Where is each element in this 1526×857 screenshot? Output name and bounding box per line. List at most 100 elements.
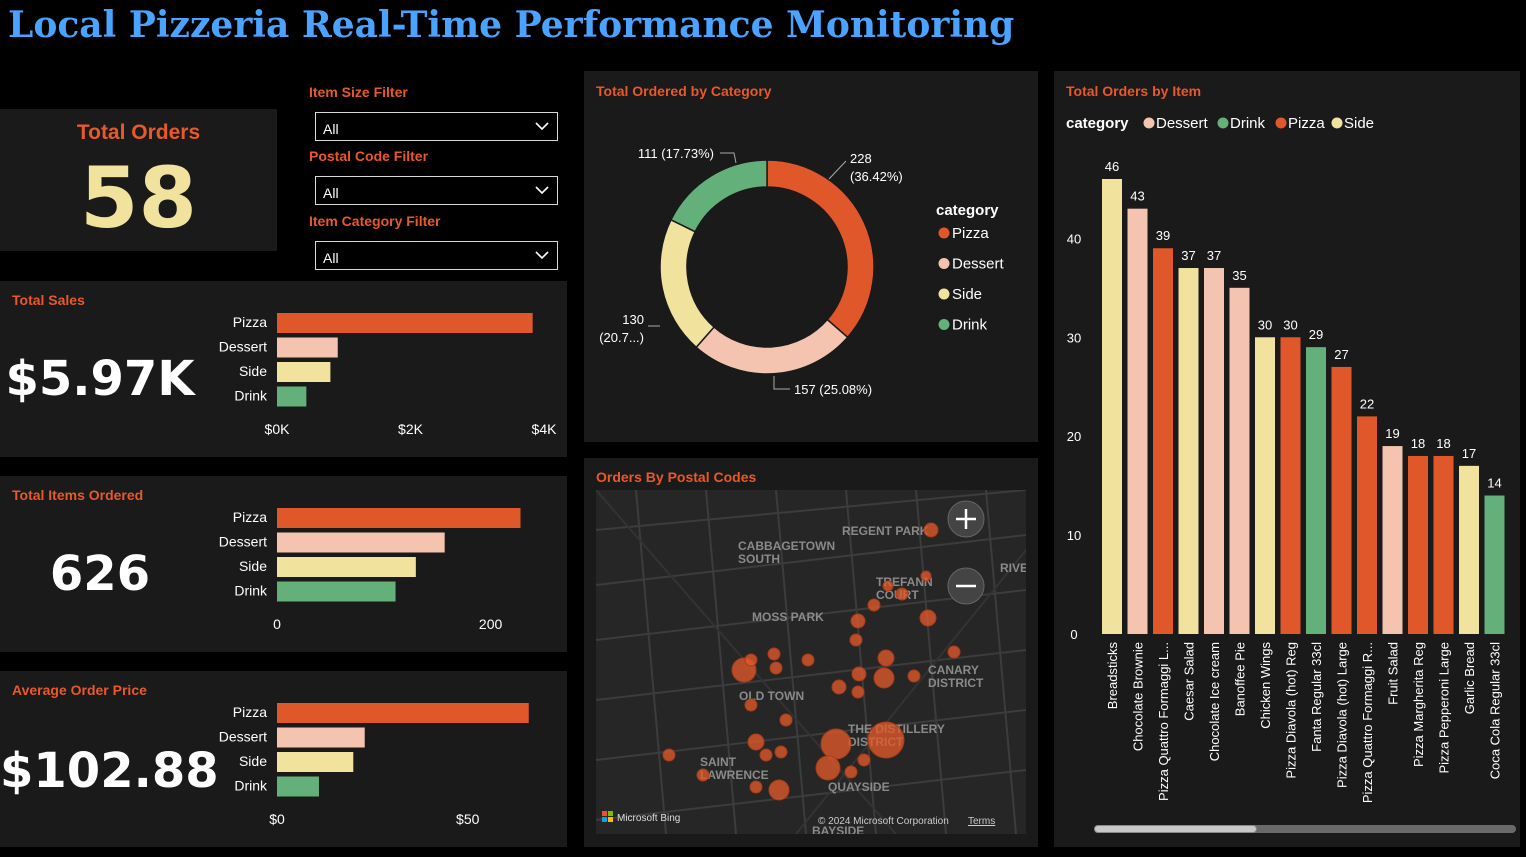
item-bar[interactable] — [1484, 495, 1505, 634]
donut-legend-item[interactable]: Pizza — [952, 225, 989, 242]
map-bubble[interactable] — [867, 598, 881, 612]
item-bar[interactable] — [1127, 208, 1148, 634]
map-bubble[interactable] — [882, 580, 894, 592]
donut-leader-line — [773, 376, 790, 390]
map-bubble[interactable] — [769, 661, 783, 675]
item-bar[interactable] — [1433, 455, 1454, 634]
orders-by-item-panel[interactable]: Total Orders by Item category Dessert Drin… — [1054, 71, 1520, 847]
bar-pizza[interactable] — [277, 703, 529, 723]
item-bar[interactable] — [1204, 268, 1224, 634]
map-bubble[interactable] — [749, 780, 763, 794]
donut-legend-item[interactable]: Dessert — [952, 256, 1005, 273]
donut-data-label: 228 (36.42%) — [850, 151, 903, 184]
bar-dessert[interactable] — [277, 727, 365, 748]
item-bar[interactable] — [1229, 287, 1250, 634]
map-place-label: QUAYSIDE — [828, 780, 890, 794]
map-bubble[interactable] — [820, 728, 852, 760]
map-bubble[interactable] — [696, 768, 710, 782]
map-place-label: MOSS PARK — [752, 610, 824, 624]
donut-legend-item[interactable]: Drink — [952, 317, 988, 334]
y-tick-label: 10 — [1067, 528, 1081, 543]
map-bubble[interactable] — [920, 570, 932, 582]
map-bubble[interactable] — [907, 669, 921, 683]
total-items-bar-chart: Pizza Dessert Side Drink 0 200 — [219, 508, 521, 632]
map-bubble[interactable] — [779, 713, 793, 727]
bar-side[interactable] — [277, 362, 331, 382]
total-sales-label: Total Sales — [12, 292, 85, 308]
item-bar[interactable] — [1459, 465, 1479, 634]
item-bar[interactable] — [1331, 366, 1352, 634]
item-size-filter-dropdown[interactable]: All — [315, 112, 558, 141]
bar-drink[interactable] — [277, 386, 307, 407]
bar-dessert[interactable] — [277, 337, 338, 358]
total-sales-card[interactable]: Total Sales $5.97K Pizza Dessert Side Drink… — [0, 281, 567, 457]
scrollbar-thumb[interactable] — [1094, 825, 1257, 833]
bar-side[interactable] — [277, 752, 354, 772]
map-bubble[interactable] — [744, 698, 758, 712]
map-bubble[interactable] — [867, 721, 905, 759]
bar-category-label: Pizza — [233, 704, 267, 720]
item-bar[interactable] — [1255, 337, 1275, 634]
map-bubble[interactable] — [877, 649, 895, 667]
map-bubble[interactable] — [801, 653, 815, 667]
item-bar[interactable] — [1153, 248, 1173, 634]
bar-pizza[interactable] — [277, 508, 521, 528]
map-bubble[interactable] — [873, 667, 895, 689]
donut-slice-dessert[interactable] — [695, 318, 849, 375]
map-bubble[interactable] — [851, 685, 865, 699]
map-bubble[interactable] — [947, 645, 961, 659]
map-bubble[interactable] — [895, 587, 909, 601]
item-bar[interactable] — [1306, 347, 1326, 634]
item-bar[interactable] — [1178, 268, 1199, 634]
bar-legend-item[interactable]: Dessert — [1156, 115, 1209, 132]
donut-slice-pizza[interactable] — [766, 159, 875, 339]
item-bar[interactable] — [1408, 455, 1428, 634]
total-orders-card[interactable]: Total Orders 58 — [0, 109, 277, 251]
item-category-label: Pizza Margherita Reg — [1411, 642, 1426, 767]
total-items-card[interactable]: Total Items Ordered 626 Pizza Dessert Side… — [0, 476, 567, 652]
avg-order-price-card[interactable]: Average Order Price $102.88 Pizza Dessert… — [0, 671, 567, 847]
postal-code-filter-dropdown[interactable]: All — [315, 176, 558, 205]
map-bubble[interactable] — [831, 679, 847, 695]
horizontal-scrollbar[interactable] — [1094, 825, 1516, 833]
map-bubble[interactable] — [815, 755, 841, 781]
zoom-out-button[interactable] — [947, 567, 985, 605]
item-category-label: Pizza Diavola (hot) Reg — [1284, 642, 1299, 779]
map-bubble[interactable] — [744, 653, 758, 667]
item-bar[interactable] — [1382, 446, 1403, 634]
item-bar[interactable] — [1357, 416, 1377, 634]
map-bubble[interactable] — [768, 779, 790, 801]
map-bubble[interactable] — [767, 647, 781, 661]
donut-legend-item[interactable]: Side — [952, 286, 982, 303]
map-bubble[interactable] — [759, 748, 773, 762]
item-bar[interactable] — [1102, 179, 1122, 634]
map-bubble[interactable] — [844, 765, 858, 779]
bar-drink[interactable] — [277, 776, 319, 797]
map-bubble[interactable] — [923, 522, 939, 538]
zoom-in-button[interactable] — [947, 500, 985, 538]
donut-slice-drink[interactable] — [669, 159, 768, 233]
map-bubble[interactable] — [662, 748, 676, 762]
map-place-label: SAINT LAWRENCE — [700, 755, 769, 782]
map-bubble[interactable] — [919, 609, 937, 627]
bar-legend-item[interactable]: Drink — [1230, 115, 1266, 132]
category-donut-panel[interactable]: Total Ordered by Category 228 (36.42%) 157… — [584, 71, 1038, 442]
bar-legend-item[interactable]: Pizza — [1288, 115, 1325, 132]
map-bubble[interactable] — [747, 733, 765, 751]
bar-side[interactable] — [277, 557, 416, 577]
bar-dessert[interactable] — [277, 532, 445, 553]
map-bubble[interactable] — [850, 613, 866, 629]
legend-marker — [1331, 117, 1343, 129]
item-category-filter-dropdown[interactable]: All — [315, 241, 558, 270]
bar-legend-item[interactable]: Side — [1344, 115, 1374, 132]
map-bubble[interactable] — [851, 666, 867, 682]
map-bubble[interactable] — [774, 745, 788, 759]
map-bubble[interactable] — [857, 753, 871, 767]
map-terms-link[interactable]: Terms — [968, 816, 995, 827]
map-bubble[interactable] — [849, 633, 863, 647]
bar-pizza[interactable] — [277, 313, 533, 333]
bar-drink[interactable] — [277, 581, 396, 602]
item-bar[interactable] — [1280, 337, 1301, 634]
postal-code-map[interactable]: CABBAGETOWNSOUTHREGENT PARKTREFANNCOURTM… — [596, 490, 1026, 834]
donut-slice-side[interactable] — [659, 218, 716, 349]
